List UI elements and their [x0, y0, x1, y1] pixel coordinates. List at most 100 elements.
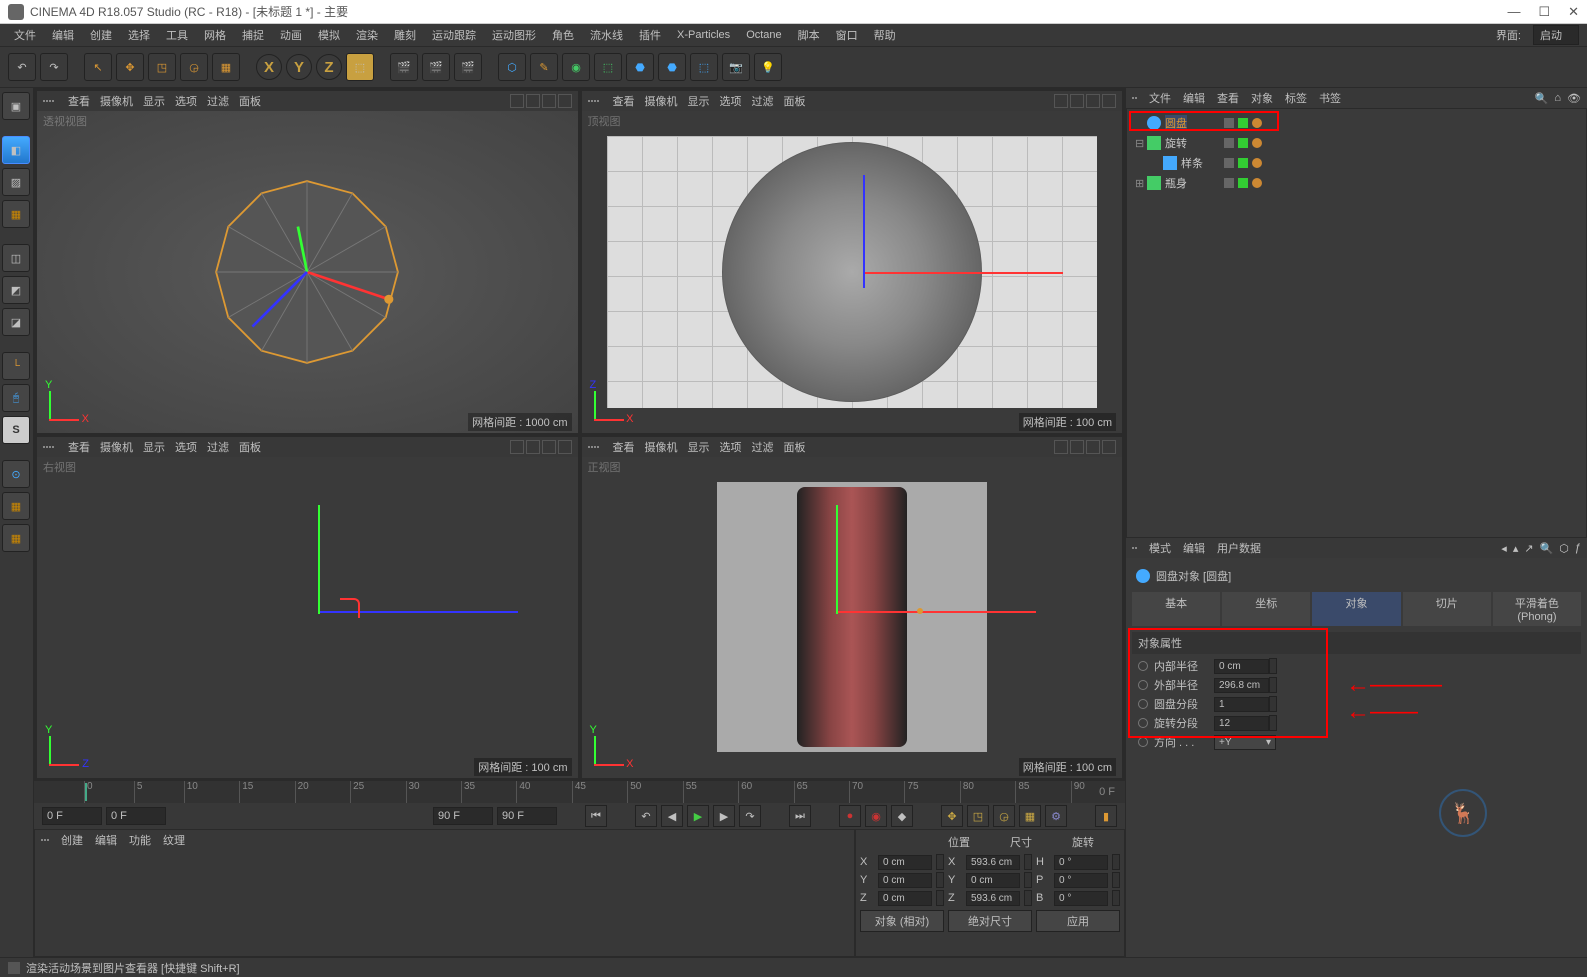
anim-dot-icon[interactable] [1138, 680, 1148, 690]
vp-nav-icon[interactable] [526, 94, 540, 108]
interface-combo[interactable]: 启动 [1533, 25, 1579, 45]
vp-nav-icon[interactable] [1102, 94, 1116, 108]
menu-plugins[interactable]: 插件 [633, 25, 667, 45]
lock-workplane[interactable]: ▦ [2, 524, 30, 552]
coord-object-combo[interactable]: 对象 (相对) [860, 910, 944, 932]
minimize-button[interactable]: — [1507, 4, 1520, 20]
menu-tools[interactable]: 工具 [160, 25, 194, 45]
vp-nav-icon[interactable] [1102, 440, 1116, 454]
keyframe-sel-button[interactable]: ◆ [891, 805, 913, 827]
nav-back-icon[interactable]: ◂ [1501, 542, 1507, 555]
vp-nav-icon[interactable] [558, 94, 572, 108]
vp-nav-icon[interactable] [542, 94, 556, 108]
vp-nav-icon[interactable] [558, 440, 572, 454]
prop-field[interactable]: 296.8 cm [1214, 678, 1269, 693]
editor-vis-icon[interactable] [1224, 138, 1234, 148]
anim-dot-icon[interactable] [1138, 661, 1148, 671]
menu-mograph[interactable]: 运动图形 [486, 25, 542, 45]
coord-rot-field[interactable]: 0 ° [1054, 855, 1108, 870]
spinner-icon[interactable] [1269, 658, 1277, 674]
am-menu-edit[interactable]: 编辑 [1183, 540, 1205, 556]
object-name[interactable]: 瓶身 [1165, 175, 1187, 191]
attr-tab[interactable]: 坐标 [1222, 592, 1310, 626]
viewport-canvas[interactable]: 正视图 YX 网格间距 : 100 cm [582, 457, 1123, 779]
move-tool[interactable]: ✥ [116, 53, 144, 81]
coord-rot-field[interactable]: 0 ° [1054, 873, 1108, 888]
prop-field[interactable]: 0 cm [1214, 659, 1269, 674]
scale-tool[interactable]: ◳ [148, 53, 176, 81]
om-menu-object[interactable]: 对象 [1251, 90, 1273, 106]
vp-menu-options[interactable]: 选项 [175, 439, 197, 455]
mat-menu-edit[interactable]: 编辑 [95, 832, 117, 848]
deformer-button[interactable]: ⬚ [594, 53, 622, 81]
mat-menu-function[interactable]: 功能 [129, 832, 151, 848]
workplane-mode[interactable]: ▦ [2, 200, 30, 228]
search-icon[interactable]: 🔍 [1540, 542, 1554, 555]
coord-rot-field[interactable]: 0 ° [1054, 891, 1108, 906]
am-menu-userdata[interactable]: 用户数据 [1217, 540, 1261, 556]
maximize-button[interactable]: ☐ [1538, 4, 1550, 20]
vp-menu-camera[interactable]: 摄像机 [100, 439, 133, 455]
record-button[interactable]: ● [839, 805, 861, 827]
primitive-button[interactable]: ⬡ [498, 53, 526, 81]
vp-nav-icon[interactable] [1054, 440, 1068, 454]
editor-vis-icon[interactable] [1224, 178, 1234, 188]
home-icon[interactable]: ⌂ [1554, 92, 1561, 105]
menu-pipeline[interactable]: 流水线 [584, 25, 629, 45]
om-menu-bookmarks[interactable]: 书签 [1319, 90, 1341, 106]
vp-menu-options[interactable]: 选项 [720, 439, 742, 455]
om-menu-tags[interactable]: 标签 [1285, 90, 1307, 106]
point-mode[interactable]: ◫ [2, 244, 30, 272]
attr-tab[interactable]: 对象 [1312, 592, 1400, 626]
spinner-icon[interactable] [1024, 872, 1032, 888]
vp-menu-camera[interactable]: 摄像机 [100, 93, 133, 109]
snap-toggle[interactable]: ⊙ [2, 460, 30, 488]
spinner-icon[interactable] [936, 854, 944, 870]
goto-end-button[interactable]: ⏭ [789, 805, 811, 827]
close-button[interactable]: ✕ [1568, 4, 1579, 20]
coord-apply-button[interactable]: 应用 [1036, 910, 1120, 932]
spinner-icon[interactable] [936, 890, 944, 906]
vp-menu-camera[interactable]: 摄像机 [645, 93, 678, 109]
render-vis-icon[interactable] [1238, 138, 1248, 148]
vp-menu-display[interactable]: 显示 [688, 439, 710, 455]
menu-select[interactable]: 选择 [122, 25, 156, 45]
timeline-ruler[interactable]: 051015202530354045505560657075808590 0 F [34, 781, 1125, 803]
goto-start-button[interactable]: ⏮ [585, 805, 607, 827]
axis-mode[interactable]: └ [2, 352, 30, 380]
spinner-icon[interactable] [1112, 872, 1120, 888]
prop-field[interactable]: 1 [1214, 697, 1269, 712]
menu-character[interactable]: 角色 [546, 25, 580, 45]
mat-menu-create[interactable]: 创建 [61, 832, 83, 848]
viewport-solo[interactable]: S [2, 416, 30, 444]
anim-settings-button[interactable]: ⚙ [1045, 805, 1067, 827]
environment-button[interactable]: ⬣ [626, 53, 654, 81]
next-frame-button[interactable]: ▶ [713, 805, 735, 827]
spinner-icon[interactable] [1024, 854, 1032, 870]
render-region[interactable]: 🎬 [422, 53, 450, 81]
workplane-snap[interactable]: ▦ [2, 492, 30, 520]
object-tree[interactable]: 圆盘 ⊟ 旋转 样条 ⊞ 瓶身 [1126, 108, 1587, 538]
vp-menu-filter[interactable]: 过滤 [207, 439, 229, 455]
om-menu-view[interactable]: 查看 [1217, 90, 1239, 106]
vp-menu-panel[interactable]: 面板 [784, 93, 806, 109]
menu-octane[interactable]: Octane [740, 27, 787, 43]
coord-pos-field[interactable]: 0 cm [878, 855, 932, 870]
vp-menu-view[interactable]: 查看 [68, 439, 90, 455]
viewport-canvas[interactable]: 右视图 YZ 网格间距 : 100 cm [37, 457, 578, 779]
vp-menu-view[interactable]: 查看 [613, 439, 635, 455]
vp-menu-display[interactable]: 显示 [688, 93, 710, 109]
tweak-mode[interactable]: 🖰 [2, 384, 30, 412]
vp-nav-icon[interactable] [1070, 94, 1084, 108]
nav-fwd-icon[interactable]: ↗ [1524, 542, 1533, 555]
frame-max-field[interactable]: 90 F [497, 807, 557, 825]
phong-tag-icon[interactable] [1252, 138, 1262, 148]
am-menu-mode[interactable]: 模式 [1149, 540, 1171, 556]
select-tool[interactable]: ↖ [84, 53, 112, 81]
vp-nav-icon[interactable] [1070, 440, 1084, 454]
object-name[interactable]: 旋转 [1165, 135, 1187, 151]
vp-menu-camera[interactable]: 摄像机 [645, 439, 678, 455]
menu-animation[interactable]: 动画 [274, 25, 308, 45]
play-button[interactable]: ▶ [687, 805, 709, 827]
make-editable-tool[interactable]: ▣ [2, 92, 30, 120]
